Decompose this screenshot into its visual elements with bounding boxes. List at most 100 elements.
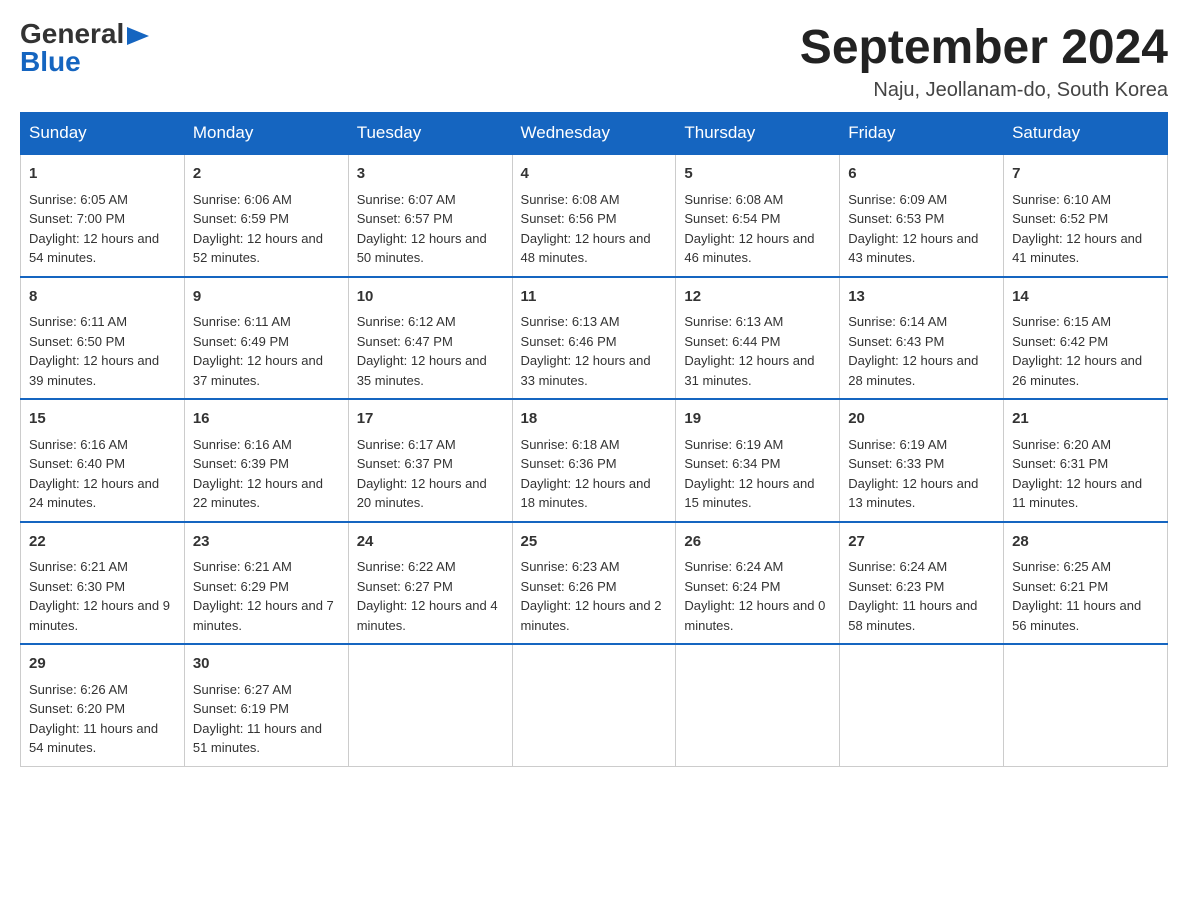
- logo-arrow-icon: [127, 27, 149, 45]
- sunrise-text: Sunrise: 6:06 AM: [193, 192, 292, 207]
- day-number: 26: [684, 531, 831, 554]
- day-number: 14: [1012, 286, 1159, 309]
- day-headers-row: SundayMondayTuesdayWednesdayThursdayFrid…: [21, 113, 1168, 155]
- sunset-text: Sunset: 6:46 PM: [521, 334, 617, 349]
- header-tuesday: Tuesday: [348, 113, 512, 155]
- month-title: September 2024: [800, 20, 1168, 75]
- logo-blue-text: Blue: [20, 48, 81, 76]
- table-row: 7 Sunrise: 6:10 AM Sunset: 6:52 PM Dayli…: [1004, 154, 1168, 277]
- header-friday: Friday: [840, 113, 1004, 155]
- sunset-text: Sunset: 6:56 PM: [521, 211, 617, 226]
- week-row-1: 1 Sunrise: 6:05 AM Sunset: 7:00 PM Dayli…: [21, 154, 1168, 277]
- sunset-text: Sunset: 6:52 PM: [1012, 211, 1108, 226]
- sunrise-text: Sunrise: 6:13 AM: [684, 314, 783, 329]
- daylight-text: Daylight: 11 hours and 56 minutes.: [1012, 598, 1141, 633]
- sunset-text: Sunset: 6:49 PM: [193, 334, 289, 349]
- header-thursday: Thursday: [676, 113, 840, 155]
- daylight-text: Daylight: 12 hours and 15 minutes.: [684, 476, 814, 511]
- day-number: 29: [29, 653, 176, 676]
- sunrise-text: Sunrise: 6:05 AM: [29, 192, 128, 207]
- table-row: 2 Sunrise: 6:06 AM Sunset: 6:59 PM Dayli…: [184, 154, 348, 277]
- location-text: Naju, Jeollanam-do, South Korea: [800, 79, 1168, 102]
- sunset-text: Sunset: 6:39 PM: [193, 456, 289, 471]
- daylight-text: Daylight: 12 hours and 50 minutes.: [357, 231, 487, 266]
- daylight-text: Daylight: 12 hours and 20 minutes.: [357, 476, 487, 511]
- table-row: 15 Sunrise: 6:16 AM Sunset: 6:40 PM Dayl…: [21, 399, 185, 522]
- daylight-text: Daylight: 12 hours and 37 minutes.: [193, 353, 323, 388]
- table-row: 23 Sunrise: 6:21 AM Sunset: 6:29 PM Dayl…: [184, 522, 348, 645]
- sunset-text: Sunset: 6:53 PM: [848, 211, 944, 226]
- daylight-text: Daylight: 11 hours and 58 minutes.: [848, 598, 977, 633]
- table-row: 24 Sunrise: 6:22 AM Sunset: 6:27 PM Dayl…: [348, 522, 512, 645]
- title-block: September 2024 Naju, Jeollanam-do, South…: [800, 20, 1168, 102]
- sunrise-text: Sunrise: 6:09 AM: [848, 192, 947, 207]
- daylight-text: Daylight: 12 hours and 11 minutes.: [1012, 476, 1142, 511]
- day-number: 3: [357, 163, 504, 186]
- daylight-text: Daylight: 11 hours and 54 minutes.: [29, 721, 158, 756]
- daylight-text: Daylight: 12 hours and 35 minutes.: [357, 353, 487, 388]
- day-number: 1: [29, 163, 176, 186]
- sunset-text: Sunset: 6:30 PM: [29, 579, 125, 594]
- sunset-text: Sunset: 6:23 PM: [848, 579, 944, 594]
- table-row: 14 Sunrise: 6:15 AM Sunset: 6:42 PM Dayl…: [1004, 277, 1168, 400]
- daylight-text: Daylight: 12 hours and 31 minutes.: [684, 353, 814, 388]
- daylight-text: Daylight: 12 hours and 26 minutes.: [1012, 353, 1142, 388]
- week-row-3: 15 Sunrise: 6:16 AM Sunset: 6:40 PM Dayl…: [21, 399, 1168, 522]
- daylight-text: Daylight: 12 hours and 48 minutes.: [521, 231, 651, 266]
- table-row: 4 Sunrise: 6:08 AM Sunset: 6:56 PM Dayli…: [512, 154, 676, 277]
- table-row: 27 Sunrise: 6:24 AM Sunset: 6:23 PM Dayl…: [840, 522, 1004, 645]
- day-number: 2: [193, 163, 340, 186]
- sunrise-text: Sunrise: 6:25 AM: [1012, 559, 1111, 574]
- sunset-text: Sunset: 6:27 PM: [357, 579, 453, 594]
- sunrise-text: Sunrise: 6:15 AM: [1012, 314, 1111, 329]
- sunset-text: Sunset: 6:57 PM: [357, 211, 453, 226]
- daylight-text: Daylight: 12 hours and 46 minutes.: [684, 231, 814, 266]
- day-number: 4: [521, 163, 668, 186]
- logo: General Blue: [20, 20, 149, 76]
- day-number: 13: [848, 286, 995, 309]
- sunset-text: Sunset: 6:40 PM: [29, 456, 125, 471]
- table-row: 10 Sunrise: 6:12 AM Sunset: 6:47 PM Dayl…: [348, 277, 512, 400]
- logo-general-text: General: [20, 20, 124, 48]
- day-number: 8: [29, 286, 176, 309]
- week-row-2: 8 Sunrise: 6:11 AM Sunset: 6:50 PM Dayli…: [21, 277, 1168, 400]
- sunset-text: Sunset: 6:36 PM: [521, 456, 617, 471]
- daylight-text: Daylight: 12 hours and 54 minutes.: [29, 231, 159, 266]
- calendar-table: SundayMondayTuesdayWednesdayThursdayFrid…: [20, 112, 1168, 767]
- table-row: 29 Sunrise: 6:26 AM Sunset: 6:20 PM Dayl…: [21, 644, 185, 766]
- day-number: 19: [684, 408, 831, 431]
- sunset-text: Sunset: 7:00 PM: [29, 211, 125, 226]
- day-number: 20: [848, 408, 995, 431]
- daylight-text: Daylight: 12 hours and 28 minutes.: [848, 353, 978, 388]
- day-number: 5: [684, 163, 831, 186]
- calendar-header: SundayMondayTuesdayWednesdayThursdayFrid…: [21, 113, 1168, 155]
- sunrise-text: Sunrise: 6:22 AM: [357, 559, 456, 574]
- daylight-text: Daylight: 12 hours and 4 minutes.: [357, 598, 498, 633]
- table-row: 3 Sunrise: 6:07 AM Sunset: 6:57 PM Dayli…: [348, 154, 512, 277]
- sunset-text: Sunset: 6:44 PM: [684, 334, 780, 349]
- header-wednesday: Wednesday: [512, 113, 676, 155]
- sunset-text: Sunset: 6:29 PM: [193, 579, 289, 594]
- sunset-text: Sunset: 6:43 PM: [848, 334, 944, 349]
- sunset-text: Sunset: 6:19 PM: [193, 701, 289, 716]
- daylight-text: Daylight: 12 hours and 7 minutes.: [193, 598, 334, 633]
- table-row: 13 Sunrise: 6:14 AM Sunset: 6:43 PM Dayl…: [840, 277, 1004, 400]
- table-row: 11 Sunrise: 6:13 AM Sunset: 6:46 PM Dayl…: [512, 277, 676, 400]
- sunrise-text: Sunrise: 6:26 AM: [29, 682, 128, 697]
- day-number: 23: [193, 531, 340, 554]
- table-row: 30 Sunrise: 6:27 AM Sunset: 6:19 PM Dayl…: [184, 644, 348, 766]
- header-saturday: Saturday: [1004, 113, 1168, 155]
- sunrise-text: Sunrise: 6:17 AM: [357, 437, 456, 452]
- day-number: 12: [684, 286, 831, 309]
- sunset-text: Sunset: 6:20 PM: [29, 701, 125, 716]
- sunrise-text: Sunrise: 6:11 AM: [193, 314, 291, 329]
- table-row: 25 Sunrise: 6:23 AM Sunset: 6:26 PM Dayl…: [512, 522, 676, 645]
- sunrise-text: Sunrise: 6:19 AM: [848, 437, 947, 452]
- table-row: 26 Sunrise: 6:24 AM Sunset: 6:24 PM Dayl…: [676, 522, 840, 645]
- sunset-text: Sunset: 6:54 PM: [684, 211, 780, 226]
- daylight-text: Daylight: 12 hours and 24 minutes.: [29, 476, 159, 511]
- sunrise-text: Sunrise: 6:11 AM: [29, 314, 127, 329]
- sunset-text: Sunset: 6:33 PM: [848, 456, 944, 471]
- table-row: 8 Sunrise: 6:11 AM Sunset: 6:50 PM Dayli…: [21, 277, 185, 400]
- table-row: [676, 644, 840, 766]
